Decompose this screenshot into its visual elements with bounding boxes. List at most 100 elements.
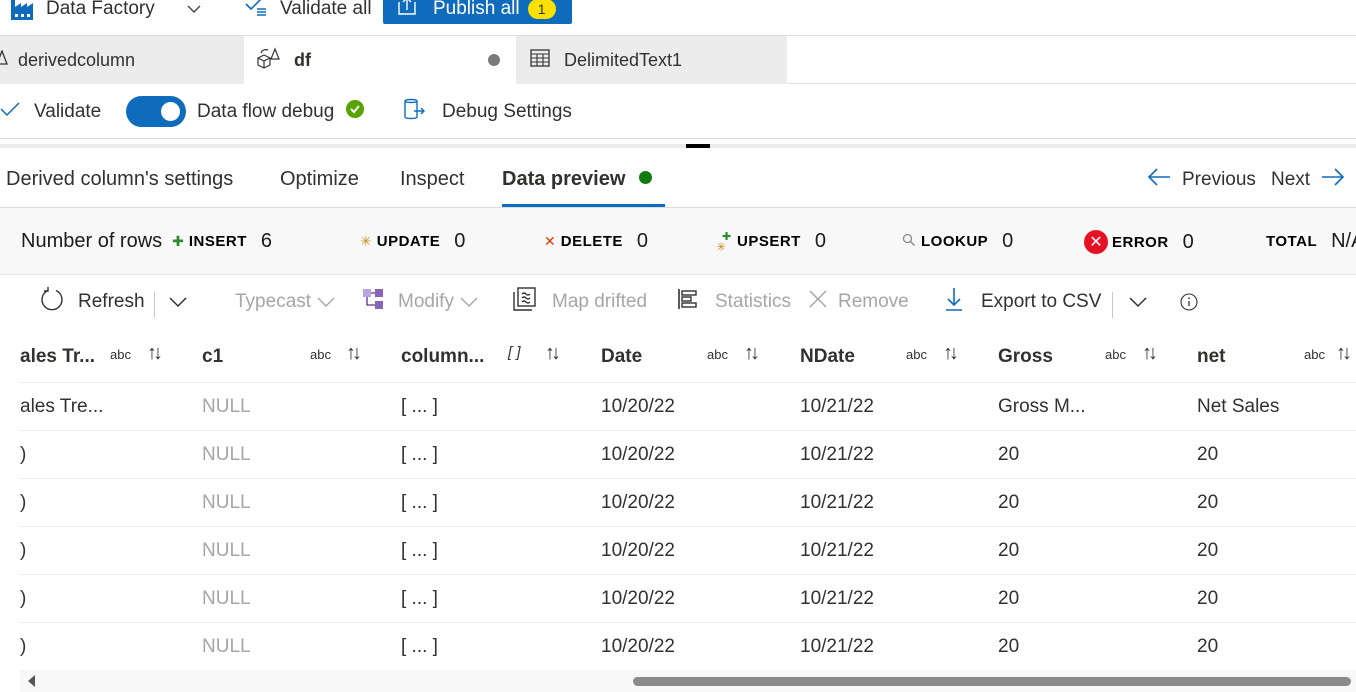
insert-value: 6 xyxy=(260,230,273,252)
column-header-name[interactable]: Gross xyxy=(998,330,1053,383)
scroll-left-arrow-icon[interactable] xyxy=(28,675,35,687)
delete-x-icon: ✕ xyxy=(544,233,556,249)
map-drifted-icon xyxy=(512,286,538,318)
column-header-name[interactable]: c1 xyxy=(202,330,223,383)
typecast-button[interactable]: Typecast xyxy=(235,288,335,316)
publish-all-button[interactable]: Publish all 1 xyxy=(383,0,572,24)
column-header-name[interactable]: column... xyxy=(401,330,484,383)
table-cell: 20 xyxy=(1197,444,1219,465)
delete-value: 0 xyxy=(636,230,649,252)
tab-delimitedtext1[interactable]: DelimitedText1 xyxy=(516,36,787,84)
table-cell: 20 xyxy=(998,588,1020,609)
insert-plus-icon: ✚ xyxy=(172,233,184,249)
publish-all-label: Publish all xyxy=(433,0,520,19)
error-count: ✕ ERROR 0 xyxy=(1084,230,1194,254)
top-command-bar: Data Factory Validate all Publish all 1 xyxy=(0,0,1356,36)
next-button[interactable]: Next xyxy=(1271,166,1346,194)
table-cell: 20 xyxy=(998,636,1020,657)
tab-inspect[interactable]: Inspect xyxy=(400,168,464,207)
upsert-icon: ✳ ✚ xyxy=(716,230,732,254)
debug-ready-check-icon xyxy=(346,100,365,124)
tab-derived-column-settings[interactable]: Derived column's settings xyxy=(6,168,233,207)
data-preview-toolbar: Refresh Typecast Modify Map drifted Stat… xyxy=(0,276,1356,328)
update-asterisk-icon: ✳ xyxy=(360,233,372,249)
table-row[interactable]: ) NULL [ ... ] 10/20/22 10/21/22 20 20 xyxy=(20,527,1356,575)
refresh-button[interactable]: Refresh xyxy=(39,286,145,318)
column-header-name[interactable]: net xyxy=(1197,330,1226,383)
table-row[interactable]: ) NULL [ ... ] 10/20/22 10/21/22 20 20 xyxy=(20,623,1356,670)
debug-settings-button[interactable]: Debug Settings xyxy=(402,97,572,127)
table-cell: 10/20/22 xyxy=(601,588,675,609)
unsaved-changes-dot xyxy=(488,54,500,66)
table-row[interactable]: ) NULL [ ... ] 10/20/22 10/21/22 20 20 xyxy=(20,479,1356,527)
error-value: 0 xyxy=(1182,230,1194,253)
horizontal-scrollbar[interactable] xyxy=(20,670,1356,692)
column-header-name[interactable]: NDate xyxy=(800,330,855,383)
info-icon[interactable] xyxy=(1180,288,1198,316)
column-header-name[interactable]: ales Tr... xyxy=(20,330,95,383)
column-header-name[interactable]: Date xyxy=(601,330,642,383)
tab-optimize[interactable]: Optimize xyxy=(280,168,359,207)
upsert-label: UPSERT xyxy=(737,233,801,250)
sort-icon[interactable]: ↑↓ xyxy=(1142,342,1158,365)
pending-changes-badge: 1 xyxy=(527,0,556,19)
arrow-left-icon xyxy=(1146,166,1172,194)
checkmark-icon xyxy=(0,101,20,123)
table-icon xyxy=(530,48,550,72)
validate-button[interactable]: Validate xyxy=(0,97,101,127)
table-cell: 20 xyxy=(1197,636,1219,657)
map-drifted-label: Map drifted xyxy=(552,291,648,312)
refresh-icon xyxy=(39,286,65,318)
error-icon: ✕ xyxy=(1084,230,1108,254)
sort-icon[interactable]: ↑↓ xyxy=(744,342,760,365)
sort-icon[interactable]: ↑↓ xyxy=(346,342,362,365)
table-row[interactable]: ) NULL [ ... ] 10/20/22 10/21/22 20 20 xyxy=(20,575,1356,623)
arrow-right-icon xyxy=(1320,166,1346,194)
table-cell: 10/20/22 xyxy=(601,492,675,513)
column-type-icon: abc xyxy=(110,347,131,362)
insert-count: Number of rows ✚ INSERT 6 xyxy=(21,230,272,253)
table-row[interactable]: ) NULL [ ... ] 10/20/22 10/21/22 20 20 xyxy=(20,431,1356,479)
previous-button[interactable]: Previous xyxy=(1146,166,1256,194)
status-dot-icon xyxy=(639,171,653,184)
statistics-button[interactable]: Statistics xyxy=(677,288,791,316)
row-counts-bar: Number of rows ✚ INSERT 6 ✳ UPDATE 0 ✕ D… xyxy=(0,208,1356,275)
tab-data-preview[interactable]: Data preview xyxy=(502,168,665,207)
factory-label: Data Factory xyxy=(46,0,155,19)
table-cell: [ ... ] xyxy=(401,396,438,417)
table-cell: ) xyxy=(20,492,27,513)
remove-button[interactable]: Remove xyxy=(808,288,909,316)
dataflow-debug-toggle[interactable] xyxy=(126,96,186,127)
modify-icon xyxy=(362,288,384,316)
export-options-chevron-icon[interactable] xyxy=(1128,288,1148,316)
factory-selector[interactable]: Data Factory xyxy=(10,0,155,24)
table-cell: ) xyxy=(20,540,27,561)
modify-button[interactable]: Modify xyxy=(362,288,478,316)
sort-icon[interactable]: ↑↓ xyxy=(147,342,163,365)
typecast-label: Typecast xyxy=(235,291,312,312)
table-cell: 10/20/22 xyxy=(601,540,675,561)
data-factory-logo-icon xyxy=(10,0,34,20)
table-cell: 10/21/22 xyxy=(800,540,874,561)
tab-label: df xyxy=(294,49,311,70)
table-cell: [ ... ] xyxy=(401,492,438,513)
insert-label: INSERT xyxy=(188,233,247,250)
data-preview-grid: ales Tr... abc ↑↓ c1 abc ↑↓ column... [ ] ↑↓ Date… xyxy=(20,330,1356,670)
map-drifted-button[interactable]: Map drifted xyxy=(512,286,648,318)
sort-icon[interactable]: ↑↓ xyxy=(943,342,959,365)
factory-dropdown-chevron-icon[interactable] xyxy=(186,0,202,24)
export-to-csv-button[interactable]: Export to CSV xyxy=(945,288,1101,316)
tab-df[interactable]: df xyxy=(244,36,516,84)
sort-icon[interactable]: ↑↓ xyxy=(1336,342,1352,365)
table-cell: NULL xyxy=(202,396,251,417)
table-row[interactable]: ales Tre... NULL [ ... ] 10/20/22 10/21/22 Gr… xyxy=(20,383,1356,431)
table-cell: 10/20/22 xyxy=(601,396,675,417)
scrollbar-thumb[interactable] xyxy=(633,677,1351,686)
remove-label: Remove xyxy=(838,291,909,312)
refresh-options-chevron-icon[interactable] xyxy=(168,288,188,316)
sort-icon[interactable]: ↑↓ xyxy=(545,342,561,365)
tab-derivedcolumn[interactable]: derivedcolumn xyxy=(0,36,244,84)
column-type-icon: [ ] xyxy=(508,344,521,361)
validate-all-button[interactable]: Validate all xyxy=(244,0,372,24)
toolbar-divider xyxy=(1112,292,1113,318)
